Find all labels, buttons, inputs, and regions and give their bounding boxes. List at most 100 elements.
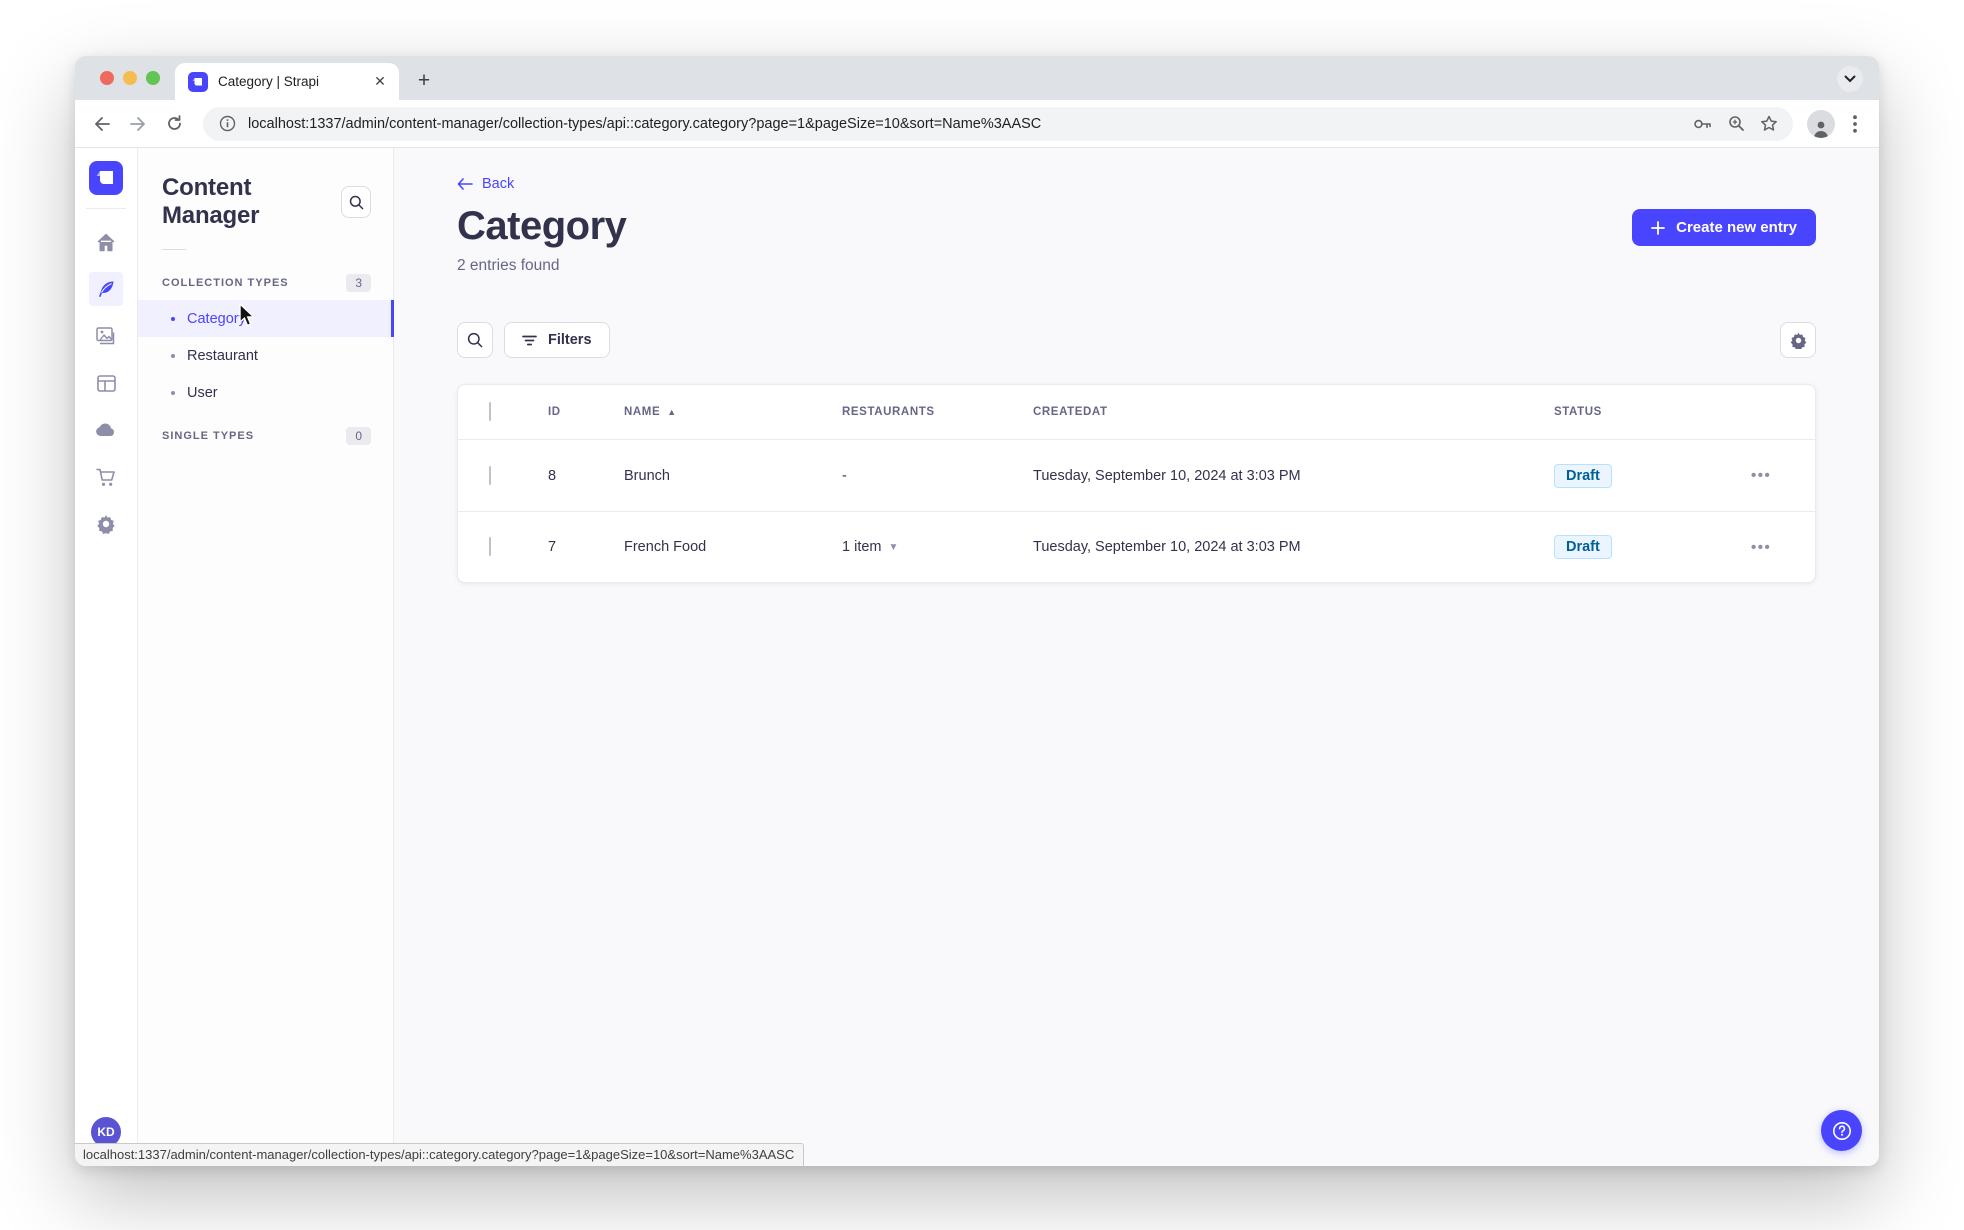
filter-icon <box>522 335 537 345</box>
column-header-restaurants[interactable]: RESTAURANTS <box>842 406 1033 418</box>
back-arrow-icon <box>457 178 473 190</box>
sort-ascending-icon[interactable]: ▲ <box>667 407 677 417</box>
column-header-id[interactable]: ID <box>548 406 624 418</box>
settings-gear-icon[interactable] <box>89 507 123 541</box>
home-icon[interactable] <box>89 225 123 259</box>
browser-tab[interactable]: Category | Strapi ✕ <box>175 63 399 100</box>
filters-button[interactable]: Filters <box>504 322 610 358</box>
cell-id: 7 <box>548 539 557 555</box>
cell-restaurants: - <box>842 467 847 484</box>
tab-search-chevron-icon[interactable] <box>1837 66 1863 92</box>
column-header-createdat[interactable]: CREATEDAT <box>1033 406 1554 418</box>
status-badge: Draft <box>1554 535 1612 559</box>
tab-close-icon[interactable]: ✕ <box>371 73 389 91</box>
chevron-down-icon: ▼ <box>888 541 899 553</box>
bullet-icon <box>171 316 175 321</box>
main-nav-rail: KD <box>75 148 138 1166</box>
collection-types-count-badge: 3 <box>346 274 371 292</box>
collection-types-section-header: COLLECTION TYPES 3 <box>138 266 393 300</box>
cloud-icon[interactable] <box>89 413 123 447</box>
browser-toolbar: localhost:1337/admin/content-manager/col… <box>75 100 1879 148</box>
row-checkbox[interactable] <box>489 465 491 485</box>
sidebar-divider <box>162 249 186 250</box>
single-types-count-badge: 0 <box>346 427 371 445</box>
zoom-page-icon[interactable] <box>1724 112 1748 136</box>
cell-createdat: Tuesday, September 10, 2024 at 3:03 PM <box>1033 539 1301 555</box>
single-types-section-header: SINGLE TYPES 0 <box>138 419 393 453</box>
minimize-window-button[interactable] <box>123 71 137 85</box>
view-settings-button[interactable] <box>1780 322 1816 358</box>
forward-nav-icon[interactable] <box>123 109 153 139</box>
strapi-logo[interactable] <box>89 161 123 195</box>
search-icon <box>467 332 483 348</box>
table-search-button[interactable] <box>457 322 493 358</box>
entries-table: ID NAME ▲ RESTAURANTS CREATEDAT STATUS 8 … <box>457 384 1816 583</box>
collection-types-label: COLLECTION TYPES <box>162 277 289 289</box>
row-actions-menu-icon[interactable]: ••• <box>1745 463 1777 488</box>
column-header-status[interactable]: STATUS <box>1554 406 1745 418</box>
main-content: Back Category Create new entry 2 entries… <box>394 148 1879 1166</box>
entries-count: 2 entries found <box>457 257 560 274</box>
strapi-admin-app: KD Content Manager COLLECTION TYPES 3 Ca… <box>75 148 1879 1166</box>
bookmark-star-icon[interactable] <box>1757 112 1781 136</box>
sidebar-title: Content Manager <box>162 174 260 229</box>
cell-createdat: Tuesday, September 10, 2024 at 3:03 PM <box>1033 467 1301 484</box>
tab-title: Category | Strapi <box>218 74 320 89</box>
url-text[interactable]: localhost:1337/admin/content-manager/col… <box>248 116 1682 132</box>
content-manager-feather-icon[interactable] <box>89 272 123 306</box>
rail-nav-items <box>89 225 123 541</box>
status-bar-link-preview: localhost:1337/admin/content-manager/col… <box>75 1143 805 1166</box>
cell-id: 8 <box>548 467 557 484</box>
plus-icon <box>1651 220 1666 235</box>
create-new-entry-button[interactable]: Create new entry <box>1632 209 1816 246</box>
strapi-favicon-icon <box>188 71 208 92</box>
sidebar-item-label: User <box>187 384 218 401</box>
filters-label: Filters <box>548 332 592 348</box>
content-manager-sidebar: Content Manager COLLECTION TYPES 3 Categ… <box>138 148 394 1166</box>
single-types-label: SINGLE TYPES <box>162 430 255 442</box>
cell-name: French Food <box>624 539 707 555</box>
page-title: Category <box>457 204 627 248</box>
close-window-button[interactable] <box>100 71 114 85</box>
reload-icon[interactable] <box>159 109 189 139</box>
browser-menu-icon[interactable] <box>1843 112 1867 136</box>
page-info-icon[interactable] <box>215 112 239 136</box>
bullet-icon <box>171 390 175 395</box>
maximize-window-button[interactable] <box>146 71 160 85</box>
status-badge: Draft <box>1554 463 1612 488</box>
row-checkbox[interactable] <box>489 537 491 556</box>
active-indicator <box>391 300 394 337</box>
sidebar-item-restaurant[interactable]: Restaurant <box>138 337 393 374</box>
rail-divider <box>86 208 126 209</box>
row-actions-menu-icon[interactable]: ••• <box>1745 535 1777 560</box>
new-tab-button[interactable]: + <box>409 66 439 96</box>
browser-window: Category | Strapi ✕ + localhost:1337/adm… <box>75 56 1879 1166</box>
back-nav-icon[interactable] <box>87 109 117 139</box>
cell-name: Brunch <box>624 467 670 484</box>
sidebar-search-button[interactable] <box>341 186 371 218</box>
url-bar[interactable]: localhost:1337/admin/content-manager/col… <box>203 106 1793 141</box>
sidebar-item-category[interactable]: Category <box>138 300 394 337</box>
select-all-checkbox[interactable] <box>489 402 491 421</box>
sidebar-item-label: Restaurant <box>187 347 258 364</box>
table-row[interactable]: 7 French Food 1 item ▼ Tuesday, Septembe… <box>458 511 1815 582</box>
sidebar-item-user[interactable]: User <box>138 374 393 411</box>
content-type-builder-icon[interactable] <box>89 366 123 400</box>
media-library-icon[interactable] <box>89 319 123 353</box>
question-mark-icon <box>1832 1121 1851 1140</box>
help-button[interactable] <box>1821 1110 1862 1151</box>
column-header-name[interactable]: NAME ▲ <box>624 406 842 418</box>
sidebar-item-label: Category <box>187 310 246 327</box>
password-key-icon[interactable] <box>1691 112 1715 136</box>
bullet-icon <box>171 353 175 358</box>
back-link[interactable]: Back <box>457 176 514 192</box>
table-row[interactable]: 8 Brunch - Tuesday, September 10, 2024 a… <box>458 440 1815 511</box>
cell-restaurants[interactable]: 1 item ▼ <box>842 539 1033 555</box>
window-controls <box>100 71 160 85</box>
gear-icon <box>1790 332 1806 349</box>
create-new-entry-label: Create new entry <box>1676 219 1797 236</box>
browser-profile-icon[interactable] <box>1807 109 1835 138</box>
back-label: Back <box>482 176 515 192</box>
marketplace-cart-icon[interactable] <box>89 460 123 494</box>
browser-tab-strip: Category | Strapi ✕ + <box>75 56 1879 100</box>
